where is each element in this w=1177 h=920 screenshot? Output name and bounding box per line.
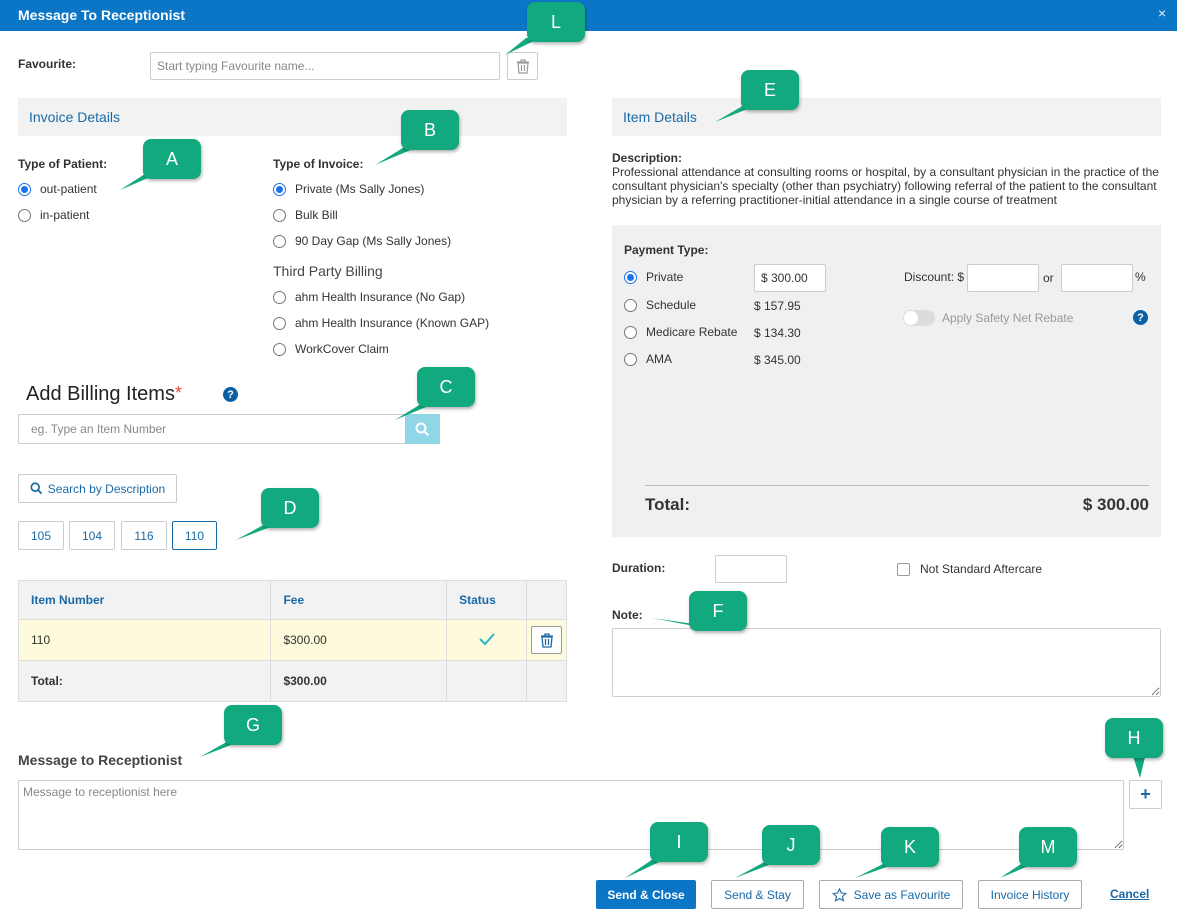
callout-tails	[120, 38, 1146, 878]
callout-l: L	[527, 2, 585, 42]
callout-j: J	[762, 825, 820, 865]
callout-m: M	[1019, 827, 1077, 867]
callout-k: K	[881, 827, 939, 867]
callout-g: G	[224, 705, 282, 745]
callout-b: B	[401, 110, 459, 150]
callout-h: H	[1105, 718, 1163, 758]
callout-i: I	[650, 822, 708, 862]
callout-d: D	[261, 488, 319, 528]
callout-e: E	[741, 70, 799, 110]
callout-f: F	[689, 591, 747, 631]
callout-c: C	[417, 367, 475, 407]
callout-a: A	[143, 139, 201, 179]
